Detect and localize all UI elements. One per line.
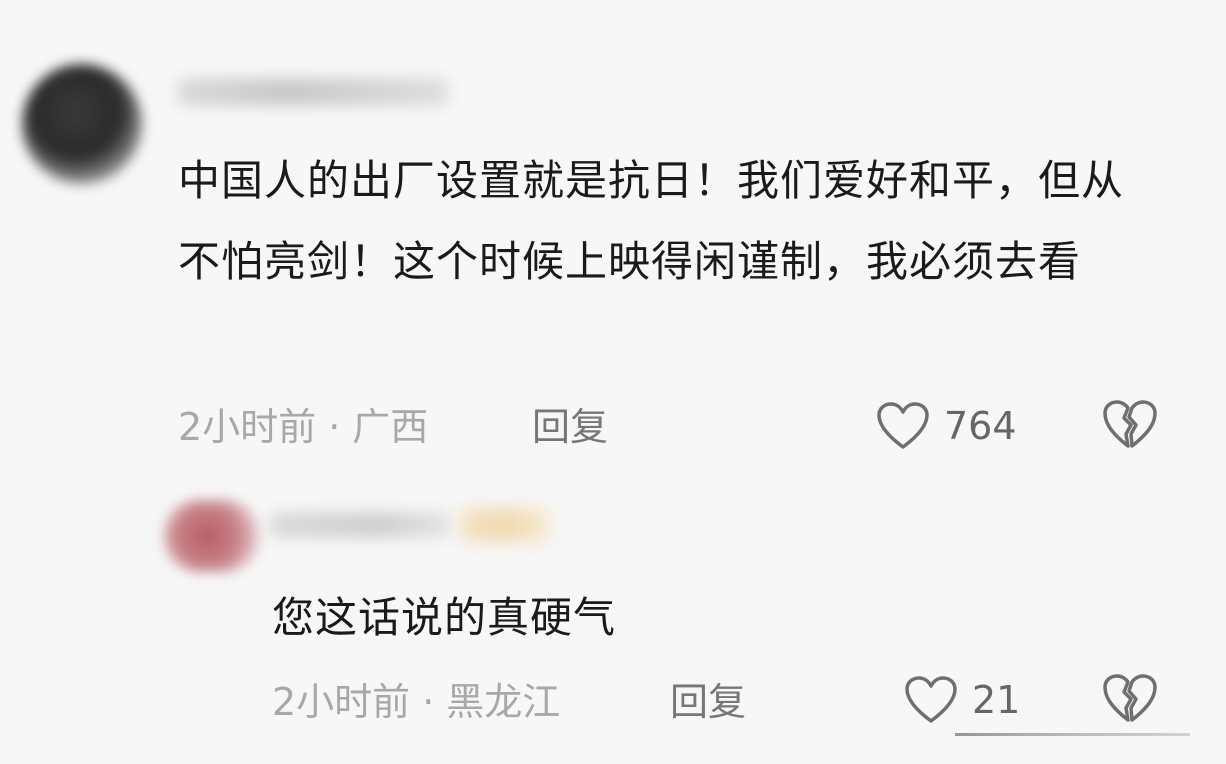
dislike-button[interactable] <box>1102 672 1158 728</box>
avatar[interactable] <box>164 500 260 572</box>
username-redacted[interactable] <box>270 512 450 538</box>
comment-meta: 2小时前 · 广西 <box>178 402 428 452</box>
comment-text: 您这话说的真硬气 <box>272 593 617 642</box>
heart-outline-icon <box>904 675 958 725</box>
like-button[interactable]: 764 <box>876 398 1017 454</box>
reply-button[interactable]: 回复 <box>670 677 746 727</box>
heart-outline-icon <box>876 401 930 451</box>
like-count: 764 <box>944 404 1017 448</box>
bottom-divider <box>955 733 1190 736</box>
broken-heart-icon <box>1102 400 1158 456</box>
broken-heart-icon <box>1102 674 1158 730</box>
comment-location: 黑龙江 <box>446 680 561 724</box>
like-count: 21 <box>972 678 1021 722</box>
avatar[interactable] <box>22 64 142 184</box>
meta-separator: · <box>328 405 341 449</box>
meta-separator: · <box>422 680 435 724</box>
like-button[interactable]: 21 <box>904 672 1020 728</box>
dislike-button[interactable] <box>1102 398 1158 454</box>
comment-text: 中国人的出厂设置就是抗日！我们爱好和平，但从不怕亮剑！这个时候上映得闲谨制，我必… <box>178 156 1125 286</box>
comment-time: 2小时前 <box>178 405 317 449</box>
reply-button[interactable]: 回复 <box>532 402 608 452</box>
user-badge-redacted <box>460 508 550 542</box>
comment-time: 2小时前 <box>272 680 411 724</box>
comment-location: 广西 <box>352 405 429 449</box>
username-redacted[interactable] <box>178 78 448 106</box>
comment-meta: 2小时前 · 黑龙江 <box>272 677 560 727</box>
